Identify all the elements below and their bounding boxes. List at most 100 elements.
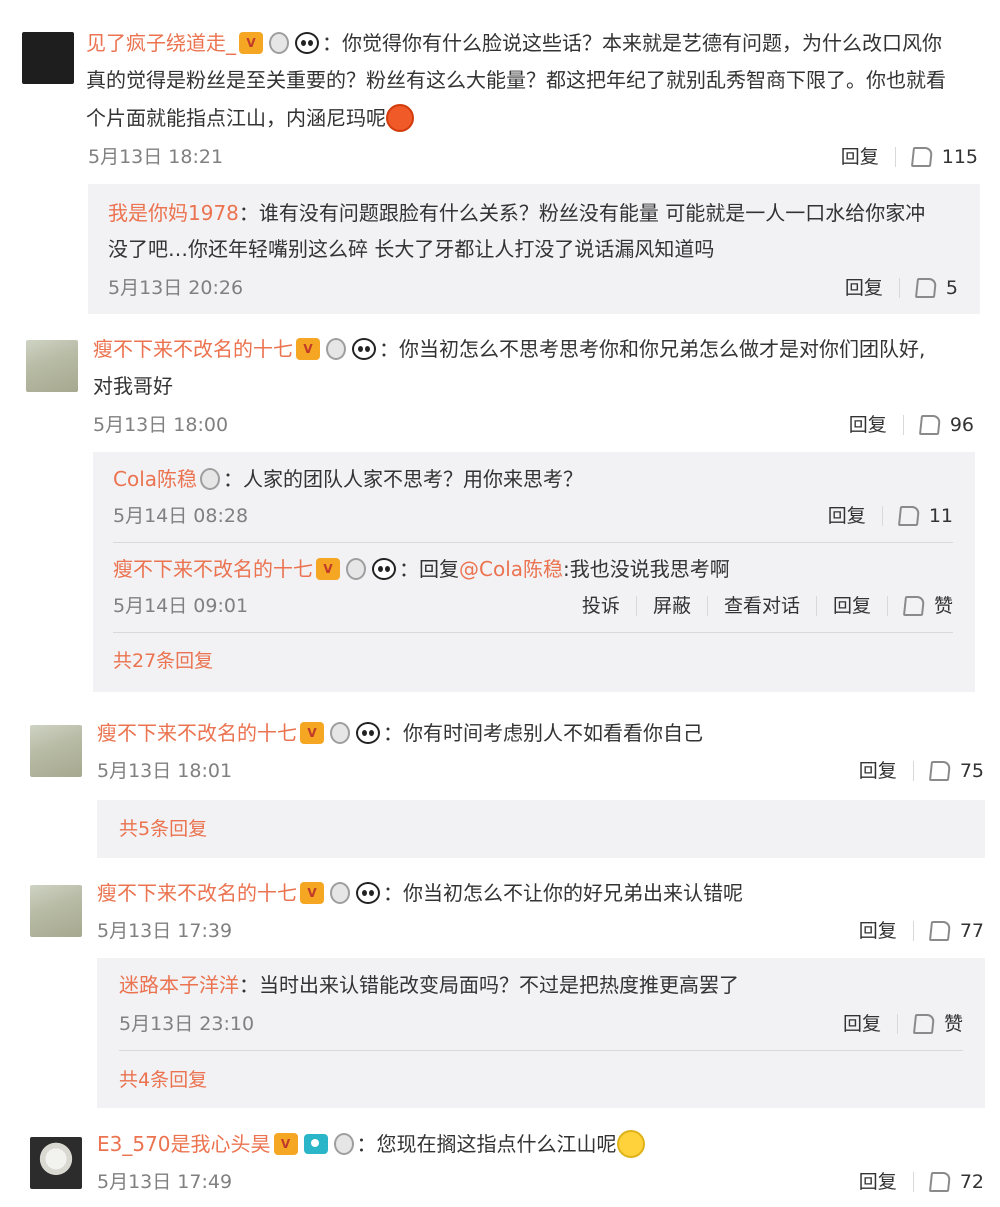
like-icon[interactable] <box>902 596 926 616</box>
comment-text-line: 真的觉得是粉丝是至关重要的？粉丝有这么大能量？都这把年纪了就别乱秀智商下限了。你… <box>86 68 946 92</box>
like-label[interactable]: 赞 <box>944 1012 963 1036</box>
medal-icon <box>269 31 289 54</box>
medal-icon <box>200 467 221 490</box>
reply-actions: 投诉 屏蔽 查看对话 回复 赞 <box>582 594 953 618</box>
username-link[interactable]: 瘦不下来不改名的十七 <box>97 721 297 745</box>
reply-panel: 我是你妈1978：谁有没有问题跟脸有什么关系？粉丝没有能量 可能就是一人一口水给… <box>88 184 980 314</box>
reply-actions: 回复 11 <box>828 504 953 528</box>
like-icon[interactable] <box>910 147 933 167</box>
like-label[interactable]: 赞 <box>934 594 953 618</box>
like-icon[interactable] <box>928 1172 951 1192</box>
reply-button[interactable]: 回复 <box>845 276 883 300</box>
divider <box>894 147 896 167</box>
avatar[interactable] <box>22 32 74 84</box>
avatar[interactable] <box>30 885 82 937</box>
panda-icon <box>295 31 319 54</box>
vip-icon: V <box>300 881 324 904</box>
medal-icon <box>333 1132 354 1155</box>
comment-text: 瘦不下来不改名的十七 V ：你有时间考虑别人不如看看你自己 <box>97 721 703 745</box>
vip-icon: V <box>296 337 320 360</box>
like-icon[interactable] <box>918 415 941 435</box>
vip-icon: V <box>273 1132 298 1155</box>
like-icon[interactable] <box>912 1014 936 1034</box>
divider <box>706 596 708 616</box>
timestamp: 5月13日 20:26 <box>108 277 244 299</box>
like-count: 77 <box>959 920 984 942</box>
timestamp: 5月14日 08:28 <box>113 505 249 527</box>
comment-text: 瘦不下来不改名的十七 V ：你当初怎么不让你的好兄弟出来认错呢 <box>97 881 743 905</box>
reply-panel: Cola陈稳 ：人家的团队人家不思考？用你来思考？ 5月14日 08:28 回复 … <box>93 452 975 692</box>
divider <box>886 596 888 616</box>
username-link[interactable]: 见了疯子绕道走_ <box>86 31 236 55</box>
avatar[interactable] <box>26 340 78 392</box>
timestamp: 5月13日 23:10 <box>119 1013 255 1035</box>
medal-icon <box>330 721 350 744</box>
block-button[interactable]: 屏蔽 <box>653 594 691 618</box>
divider <box>113 542 953 543</box>
like-icon[interactable] <box>928 921 951 941</box>
like-icon[interactable] <box>928 761 951 781</box>
reply-text: 迷路本子洋洋：当时出来认错能改变局面吗？不过是把热度推更高罢了 <box>119 973 739 997</box>
reply-button[interactable]: 回复 <box>859 1170 897 1194</box>
timestamp: 5月14日 09:01 <box>113 595 249 617</box>
panda-icon <box>372 557 396 580</box>
comment-text: 瘦不下来不改名的十七 V ：你当初怎么不思考思考你和你兄弟怎么做才是对你们团队好, <box>93 337 926 361</box>
reply-text-line: 没了吧…你还年轻嘴别这么碎 长大了牙都让人打没了说话漏风知道吗 <box>108 237 715 261</box>
timestamp: 5月13日 17:39 <box>97 920 233 942</box>
avatar[interactable] <box>30 725 82 777</box>
comment-actions: 回复 96 <box>849 413 974 437</box>
comment-actions: 回复 115 <box>841 145 978 169</box>
timestamp: 5月13日 18:00 <box>93 414 229 436</box>
panda-icon <box>352 337 376 360</box>
vip-icon: V <box>239 31 263 54</box>
username-link[interactable]: 瘦不下来不改名的十七 <box>93 337 293 361</box>
reply-text: 我是你妈1978：谁有没有问题跟脸有什么关系？粉丝没有能量 可能就是一人一口水给… <box>108 201 926 225</box>
timestamp: 5月13日 17:49 <box>97 1171 233 1193</box>
timestamp: 5月13日 18:21 <box>88 146 224 168</box>
camera-icon <box>303 1133 328 1154</box>
divider <box>113 632 953 633</box>
more-replies-link[interactable]: 共27条回复 <box>113 649 213 673</box>
username-link[interactable]: 瘦不下来不改名的十七 <box>97 881 297 905</box>
more-replies-link[interactable]: 共4条回复 <box>119 1068 207 1092</box>
panda-icon <box>356 881 380 904</box>
mention-link[interactable]: @Cola陈稳 <box>459 557 563 581</box>
more-replies-link[interactable]: 共5条回复 <box>119 817 207 841</box>
vip-icon: V <box>300 721 324 744</box>
report-button[interactable]: 投诉 <box>582 594 620 618</box>
divider <box>902 415 904 435</box>
username-link[interactable]: 迷路本子洋洋 <box>119 973 239 997</box>
timestamp: 5月13日 18:01 <box>97 760 233 782</box>
reply-button[interactable]: 回复 <box>859 759 897 783</box>
angry-emoji-icon <box>386 103 414 132</box>
medal-icon <box>346 557 366 580</box>
reply-actions: 回复 赞 <box>843 1012 963 1036</box>
reply-panel: 迷路本子洋洋：当时出来认错能改变局面吗？不过是把热度推更高罢了 5月13日 23… <box>97 958 985 1108</box>
divider <box>912 921 914 941</box>
like-count: 75 <box>959 760 984 782</box>
divider <box>881 506 883 526</box>
username-link[interactable]: 瘦不下来不改名的十七 <box>113 557 313 581</box>
comment-text-line: 个片面就能指点江山，内涵尼玛呢 <box>86 101 414 135</box>
username-link[interactable]: 我是你妈1978 <box>108 201 239 225</box>
reply-button[interactable]: 回复 <box>843 1012 881 1036</box>
reply-button[interactable]: 回复 <box>849 413 887 437</box>
reply-actions: 回复 5 <box>845 276 958 300</box>
reply-button[interactable]: 回复 <box>828 504 866 528</box>
comment-actions: 回复 77 <box>859 919 984 943</box>
reply-button[interactable]: 回复 <box>841 145 879 169</box>
like-icon[interactable] <box>914 278 937 298</box>
reply-button[interactable]: 回复 <box>859 919 897 943</box>
comment-text: E3_570是我心头昊 V ：您现在搁这指点什么江山呢 <box>97 1127 645 1161</box>
like-icon[interactable] <box>897 506 920 526</box>
view-conversation-button[interactable]: 查看对话 <box>724 594 800 618</box>
divider <box>898 278 900 298</box>
like-count: 96 <box>949 414 974 436</box>
reply-button[interactable]: 回复 <box>833 594 871 618</box>
avatar[interactable] <box>30 1137 82 1189</box>
like-count: 11 <box>928 505 953 527</box>
username-link[interactable]: E3_570是我心头昊 <box>97 1132 271 1156</box>
reply-panel: 共5条回复 <box>97 800 985 858</box>
username-link[interactable]: Cola陈稳 <box>113 467 197 491</box>
divider <box>119 1050 963 1051</box>
